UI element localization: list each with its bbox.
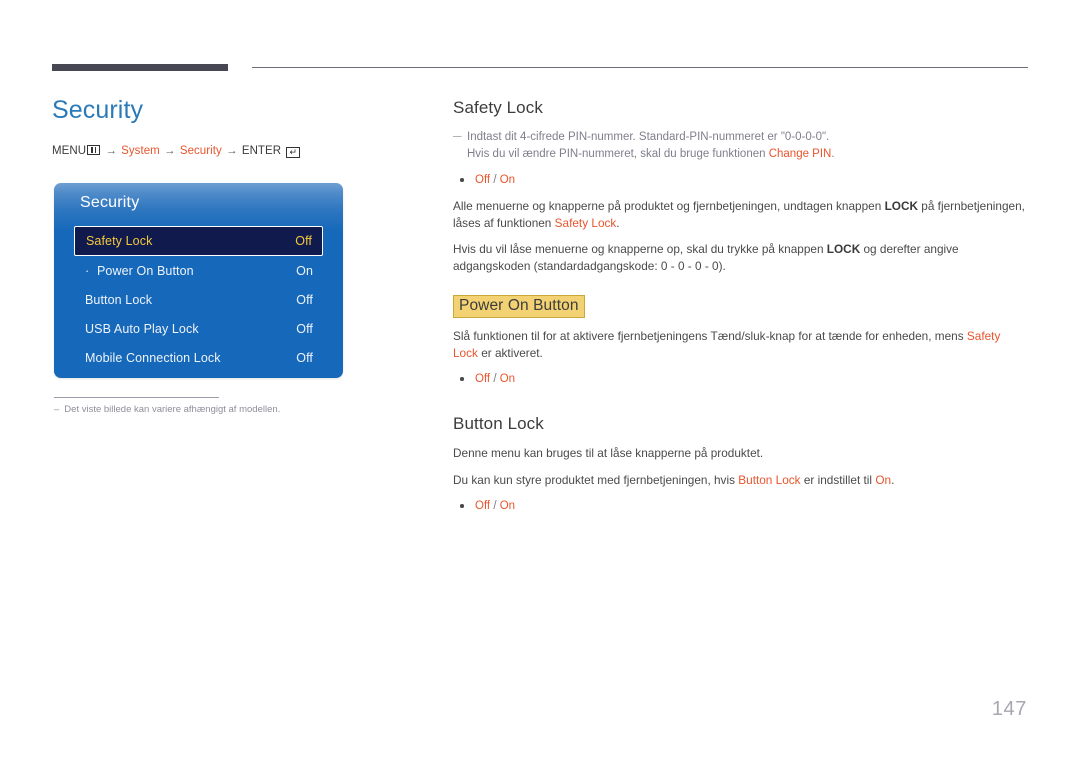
link-safety-lock[interactable]: Safety Lock [555,216,617,230]
osd-row-usb-auto-play-lock[interactable]: USB Auto Play Lock Off [74,314,323,343]
pob-para1-post: er aktiveret. [477,345,543,360]
button-lock-paragraph-2: Du kan kun styre produktet med fjernbetj… [453,472,1028,489]
left-column: Security MENU → System → Security → ENTE… [52,96,397,159]
page-number: 147 [991,698,1027,720]
para2-strong-lock: LOCK [826,242,861,256]
note-dash-icon: ─ [453,129,462,143]
header-rule-thin [252,67,1028,68]
osd-row-label: Mobile Connection Lock [85,350,221,365]
bl-para2-post: . [891,472,895,487]
osd-menu-panel: Security Safety Lock Off · Power On Butt… [54,183,343,378]
link-change-pin[interactable]: Change PIN [769,148,832,160]
option-off: Off [475,373,491,385]
option-off: Off [475,500,491,512]
osd-row-value: Off [296,350,313,365]
osd-row-label: Button Lock [85,292,153,307]
option-item: Off / On [460,498,1028,515]
button-lock-options: Off / On [453,498,1028,515]
pob-para1-pre: Slå funktionen til for at aktivere fjern… [453,329,967,343]
osd-panel-title: Security [80,194,140,211]
osd-row-value: Off [296,292,313,307]
note-line-2-pre: Hvis du vil ændre PIN-nummeret, skal du … [467,148,769,160]
safety-lock-options: Off / On [453,172,1028,189]
safety-lock-paragraph-1: Alle menuerne og knapperne på produktet … [453,198,1028,231]
footnote-dash: – [54,404,60,415]
option-separator: / [490,500,500,512]
power-on-button-paragraph-1: Slå funktionen til for at aktivere fjern… [453,328,1028,361]
osd-row-value: Off [295,234,312,248]
section-heading-power-on-button: Power On Button [453,295,585,318]
option-on: On [499,174,516,186]
breadcrumb-arrow-2: → [164,144,176,157]
option-item: Off / On [460,172,1028,189]
page-title: Security [52,96,144,124]
footnote: – Det viste billede kan variere afhængigt… [54,404,384,415]
option-off: Off [475,174,491,186]
value-on: On [875,472,892,487]
breadcrumb-arrow-3: → [226,144,238,157]
link-button-lock[interactable]: Button Lock [738,473,800,487]
button-lock-paragraph-1: Denne menu kan bruges til at låse knappe… [453,446,764,460]
osd-sub-bullet-icon: · [85,263,90,278]
breadcrumb: MENU → System → Security → ENTER ↵ [52,144,397,159]
enter-key-icon: ↵ [286,147,301,159]
option-item: Off / On [460,371,1028,388]
osd-row-label: USB Auto Play Lock [85,321,199,336]
osd-row-label: Safety Lock [86,234,153,248]
osd-row-value: On [296,263,313,278]
breadcrumb-step-security[interactable]: Security [180,145,222,157]
para1-strong-lock: LOCK [884,199,918,213]
osd-menu-list: Safety Lock Off · Power On Button On But… [74,226,323,372]
osd-row-power-on-button[interactable]: · Power On Button On [74,256,323,285]
bl-para2-pre: Du kan kun styre produktet med fjernbetj… [453,472,739,487]
menu-bars-icon [87,144,101,155]
para2-pre: Hvis du vil låse menuerne og knapperne o… [453,242,827,256]
option-separator: / [490,174,500,186]
safety-lock-paragraph-2: Hvis du vil låse menuerne og knapperne o… [453,241,1028,274]
note-line-2-post: . [831,148,835,160]
osd-row-value: Off [296,321,313,336]
option-separator: / [490,373,500,385]
osd-row-button-lock[interactable]: Button Lock Off [74,285,323,314]
osd-row-label: Power On Button [97,263,194,278]
para1-pre: Alle menuerne og knapperne på produktet … [453,199,885,213]
bl-para2-mid: er indstillet til [800,472,876,487]
breadcrumb-arrow-1: → [105,144,117,157]
right-column: Safety Lock ─ Indtast dit 4-cifrede PIN-… [453,98,1028,524]
menu-path-menu-label: MENU [52,144,87,157]
power-on-button-options: Off / On [453,371,1028,388]
footnote-divider [54,397,219,399]
osd-row-safety-lock[interactable]: Safety Lock Off [74,226,323,256]
header-rule-thick [52,64,228,71]
footnote-text: Det viste billede kan variere afhængigt … [64,404,281,415]
section-heading-button-lock: Button Lock [453,414,544,433]
option-on: On [499,373,516,385]
safety-lock-note: ─ Indtast dit 4-cifrede PIN-nummer. Stan… [453,129,1028,163]
para1-post: . [616,215,620,230]
osd-row-mobile-connection-lock[interactable]: Mobile Connection Lock Off [74,343,323,372]
section-heading-safety-lock: Safety Lock [453,98,543,117]
note-line-1: Indtast dit 4-cifrede PIN-nummer. Standa… [467,131,830,143]
menu-path-enter-label: ENTER [241,144,282,157]
option-on: On [499,500,516,512]
breadcrumb-step-system[interactable]: System [121,145,160,157]
